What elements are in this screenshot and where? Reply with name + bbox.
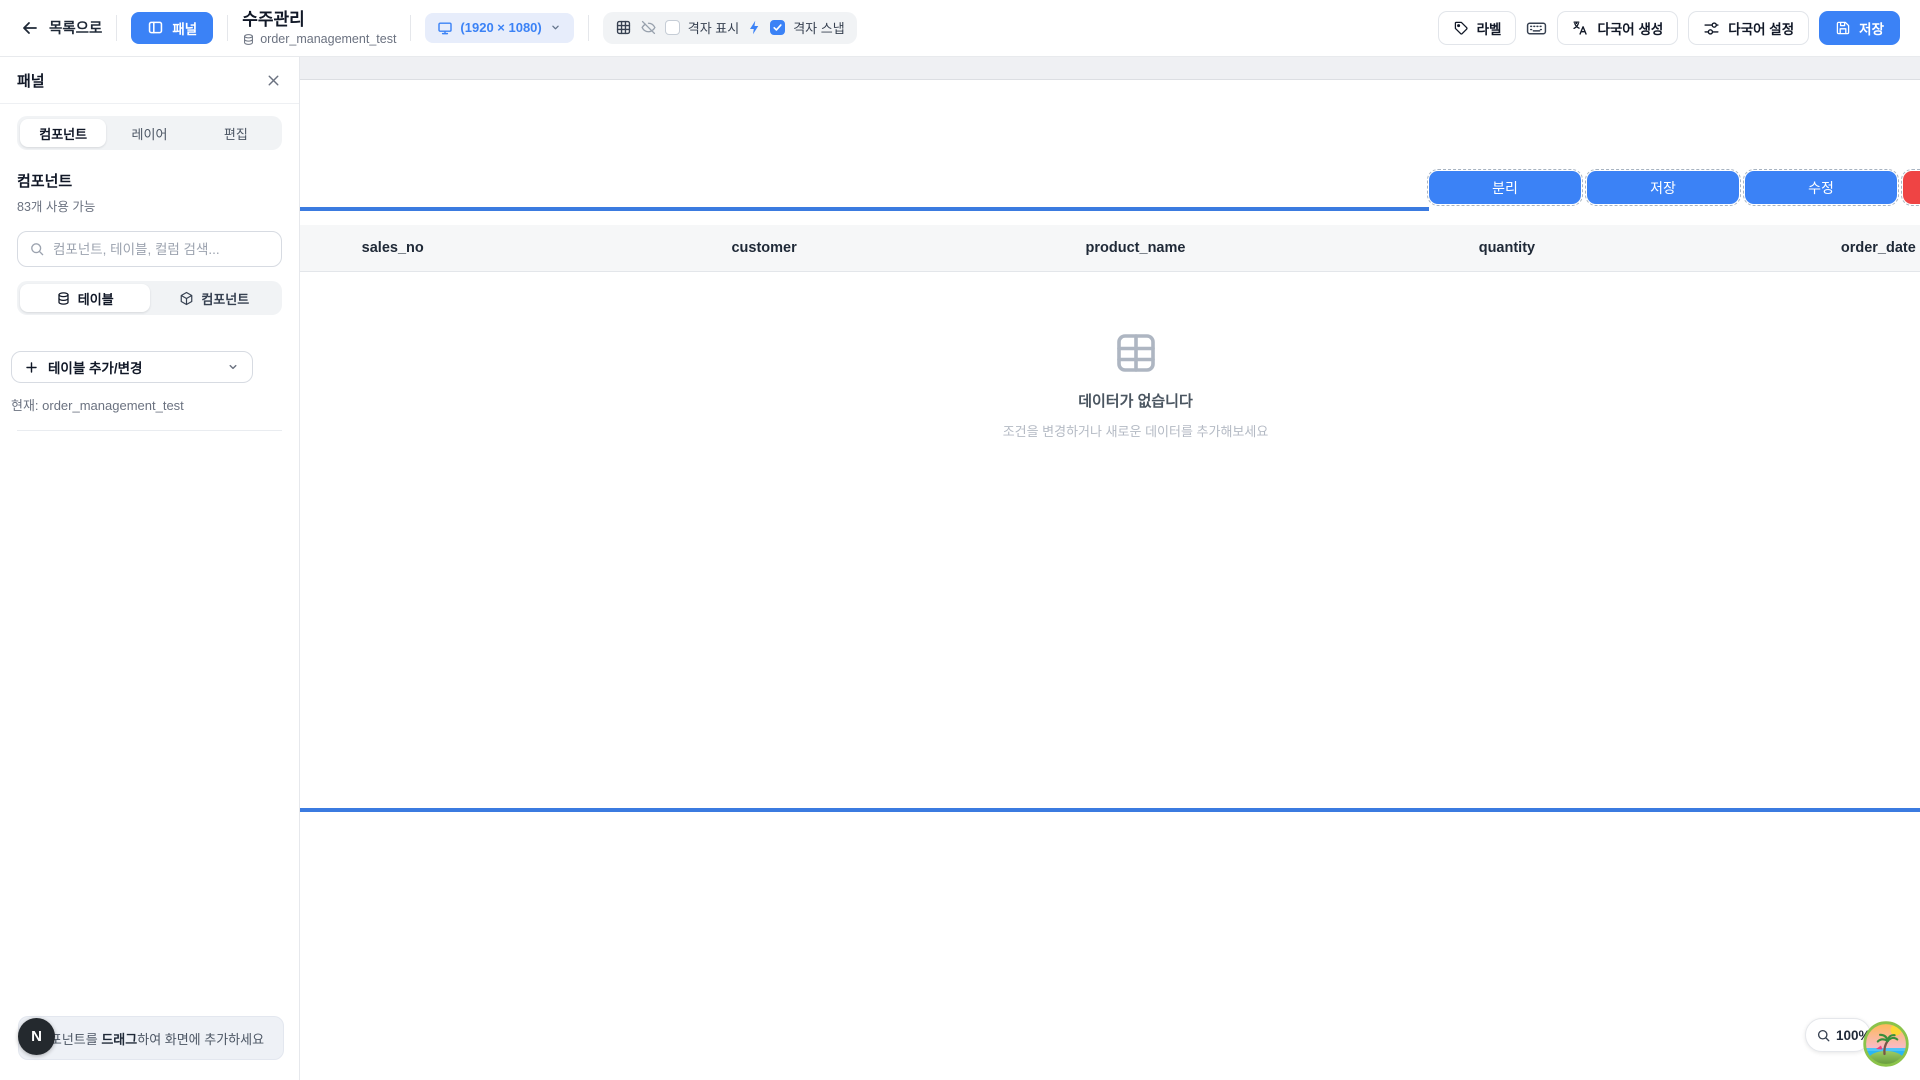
design-canvas[interactable]: sales_no customer product_name quantity … <box>300 57 1920 1080</box>
add-change-table-button[interactable]: 테이블 추가/변경 <box>11 351 253 383</box>
resolution-selector[interactable]: (1920 × 1080) <box>425 13 573 43</box>
save-icon <box>1835 20 1851 36</box>
mode-component-label: 컴포넌트 <box>201 289 249 308</box>
selection-outline[interactable]: 분리 <box>1427 169 1583 206</box>
components-available-count: 83개 사용 가능 <box>17 196 282 215</box>
tab-components[interactable]: 컴포넌트 <box>20 119 106 147</box>
toolbar-divider <box>410 15 411 41</box>
eye-off-icon <box>640 19 657 36</box>
monitor-icon <box>437 20 453 36</box>
label-button[interactable]: 라벨 <box>1438 11 1517 45</box>
empty-table-icon <box>1112 329 1160 377</box>
toolbar-divider <box>588 15 589 41</box>
add-change-table-label: 테이블 추가/변경 <box>48 357 142 377</box>
column-header[interactable]: product_name <box>950 240 1321 256</box>
chevron-down-icon <box>549 21 562 34</box>
selection-outline[interactable]: 수정 <box>1743 169 1899 206</box>
back-to-list-button[interactable]: 목록으로 <box>20 17 102 38</box>
i18n-generate-button[interactable]: 다국어 생성 <box>1557 11 1678 45</box>
drag-hint: 컴포넌트를 드래그하여 화면에 추가하세요 <box>18 1016 284 1060</box>
keyboard-shortcuts-button[interactable] <box>1526 18 1547 39</box>
toolbar-divider <box>227 15 228 41</box>
drag-hint-suffix: 하여 화면에 추가하세요 <box>137 1032 264 1047</box>
drag-hint-bold: 드래그 <box>101 1032 137 1047</box>
toolbar-divider <box>116 15 117 41</box>
top-toolbar: 목록으로 패널 수주관리 order_management_test (1920 <box>0 0 1920 57</box>
table-empty-state: 데이터가 없습니다 조건을 변경하거나 새로운 데이터를 추가해보세요 <box>300 329 1920 440</box>
canvas-button-separate[interactable]: 분리 <box>1429 171 1581 204</box>
mode-table-button[interactable]: 테이블 <box>20 284 150 312</box>
grid-show-label: 격자 표시 <box>688 18 739 37</box>
plus-icon <box>24 360 39 375</box>
component-search <box>17 231 282 267</box>
i18n-settings-label: 다국어 설정 <box>1728 18 1794 38</box>
canvas-button-save[interactable]: 저장 <box>1587 171 1739 204</box>
i18n-settings-button[interactable]: 다국어 설정 <box>1688 11 1809 45</box>
grid-snap-checkbox[interactable] <box>770 20 785 35</box>
translate-icon <box>1572 20 1589 37</box>
selection-outline[interactable]: 저장 <box>1585 169 1741 206</box>
component-panel: 패널 컴포넌트 레이어 편집 컴포넌트 83개 사용 가능 테이블 <box>0 57 300 1080</box>
source-mode-toggle: 테이블 컴포넌트 <box>17 281 282 315</box>
resolution-label: (1920 × 1080) <box>460 20 541 35</box>
tab-edit[interactable]: 편집 <box>193 119 279 147</box>
tag-icon <box>1453 20 1469 36</box>
search-icon <box>29 241 45 257</box>
label-button-label: 라벨 <box>1477 18 1502 38</box>
column-header[interactable]: customer <box>578 240 949 256</box>
page-title: 수주관리 <box>242 10 396 30</box>
panel-toggle-button[interactable]: 패널 <box>131 12 213 44</box>
island-avatar[interactable] <box>1863 1021 1909 1067</box>
collaborator-cursor-avatar: N <box>18 1018 55 1055</box>
bound-table-name: order_management_test <box>260 32 396 46</box>
panel-tabs: 컴포넌트 레이어 편집 <box>17 116 282 150</box>
arrow-left-icon <box>20 18 40 38</box>
grid-snap-label: 격자 스냅 <box>793 18 844 37</box>
i18n-generate-label: 다국어 생성 <box>1597 18 1663 38</box>
chevron-down-icon <box>226 360 240 374</box>
grid-settings-group: 격자 표시 격자 스냅 <box>603 12 857 44</box>
table-component[interactable]: sales_no customer product_name quantity … <box>300 211 1920 808</box>
column-header[interactable]: quantity <box>1321 240 1692 256</box>
empty-state-title: 데이터가 없습니다 <box>1078 390 1193 411</box>
magnifier-icon <box>1816 1028 1831 1043</box>
keyboard-icon <box>1526 18 1547 39</box>
search-input[interactable] <box>53 242 270 257</box>
panel-title: 패널 <box>17 70 45 91</box>
zoom-control[interactable]: 100% <box>1805 1018 1871 1052</box>
grid-show-checkbox[interactable] <box>665 20 680 35</box>
selection-outline[interactable] <box>1901 169 1920 206</box>
column-header[interactable]: sales_no <box>300 240 578 256</box>
column-header[interactable]: order_date <box>1693 240 1920 256</box>
canvas-button-edit[interactable]: 수정 <box>1745 171 1897 204</box>
database-icon <box>56 291 71 306</box>
grid-icon <box>615 19 632 36</box>
mode-component-button[interactable]: 컴포넌트 <box>150 284 280 312</box>
panel-left-icon <box>147 19 164 36</box>
empty-state-subtitle: 조건을 변경하거나 새로운 데이터를 추가해보세요 <box>1003 421 1269 440</box>
save-button[interactable]: 저장 <box>1819 11 1900 45</box>
page-title-block: 수주관리 order_management_test <box>242 10 396 47</box>
save-button-label: 저장 <box>1859 18 1884 38</box>
current-table-label: 현재: order_management_test <box>11 395 299 414</box>
package-icon <box>179 291 194 306</box>
collaborator-initial: N <box>31 1028 42 1045</box>
canvas-margin-strip <box>300 57 1920 80</box>
panel-toggle-label: 패널 <box>172 18 197 38</box>
table-header-row: sales_no customer product_name quantity … <box>300 225 1920 272</box>
sliders-icon <box>1703 20 1720 37</box>
mode-table-label: 테이블 <box>78 289 114 308</box>
canvas-button-danger[interactable] <box>1903 171 1920 204</box>
back-to-list-label: 목록으로 <box>49 17 102 38</box>
components-section-title: 컴포넌트 <box>17 170 282 191</box>
panel-divider <box>17 430 282 431</box>
selection-line-bottom <box>300 808 1920 812</box>
close-icon[interactable] <box>265 72 282 89</box>
lightning-icon <box>747 20 762 35</box>
tab-layers[interactable]: 레이어 <box>106 119 192 147</box>
database-icon <box>242 33 255 46</box>
selected-button-group: 분리 저장 수정 <box>1427 169 1920 206</box>
